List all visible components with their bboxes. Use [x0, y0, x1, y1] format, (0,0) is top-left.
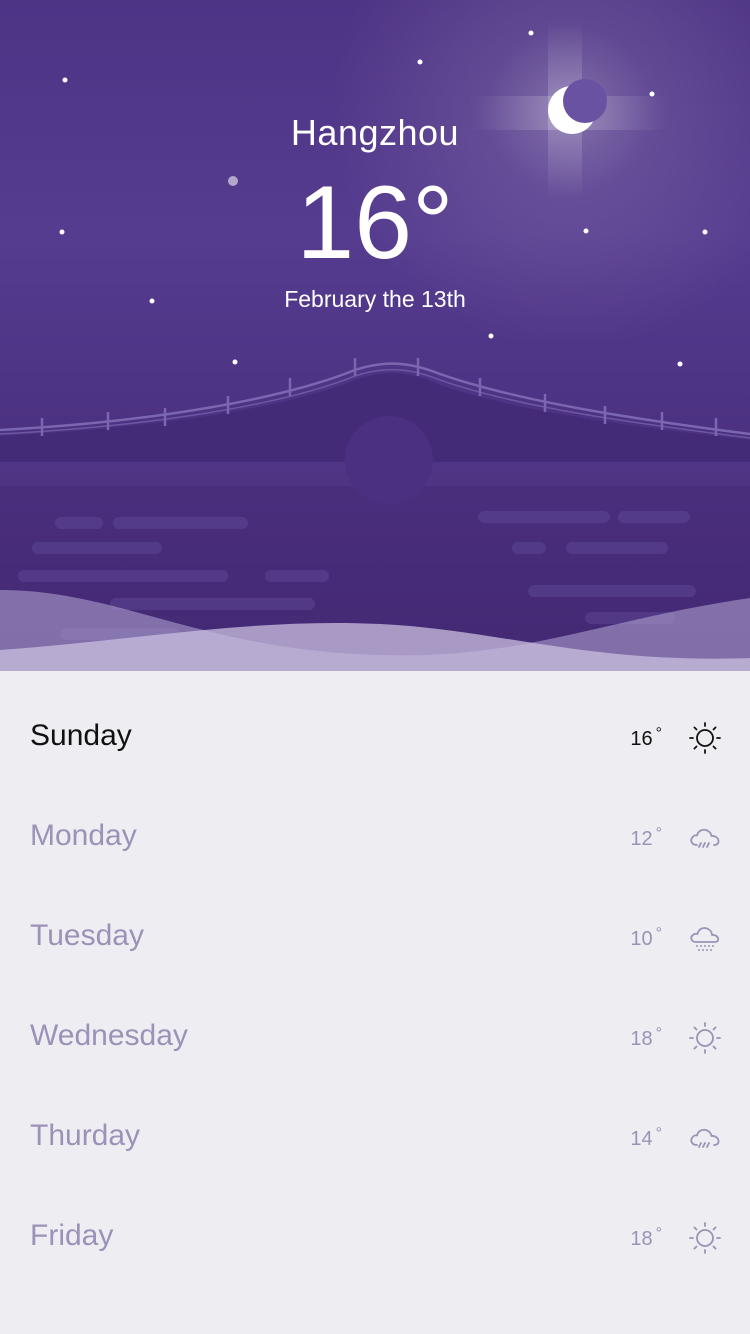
forecast-row-wednesday[interactable]: Wednesday 18 °: [0, 986, 750, 1086]
night-landscape-illustration: [0, 0, 750, 671]
snow-cloud-icon: [690, 927, 720, 951]
forecast-temperature: 18 °: [630, 1025, 662, 1050]
forecast-row-friday[interactable]: Friday 18 °: [0, 1186, 750, 1286]
city-name: Hangzhou: [290, 112, 460, 153]
forecast-row-sunday[interactable]: Sunday 16 °: [0, 686, 750, 786]
sun-icon: [689, 722, 721, 754]
forecast-temperature: 10 °: [630, 925, 662, 950]
current-date: February the 13th: [284, 286, 466, 312]
bridge-arch: [345, 416, 433, 504]
forecast-row-tuesday[interactable]: Tuesday 10 °: [0, 886, 750, 986]
rain-cloud-icon: [690, 828, 720, 848]
forecast-day: Sunday: [30, 719, 132, 752]
forecast-list: Sunday 16 ° Monday 12 ° Tuesday 10 ° Wed…: [0, 671, 750, 1334]
forecast-row-monday[interactable]: Monday 12 °: [0, 786, 750, 886]
current-temperature: 16°: [296, 165, 454, 281]
forecast-row-thursday[interactable]: Thurday 14 °: [0, 1086, 750, 1186]
sun-icon: [689, 1222, 721, 1254]
forecast-day: Tuesday: [30, 919, 144, 952]
rain-cloud-icon: [690, 1128, 720, 1148]
forecast-temperature: 16 °: [630, 725, 662, 750]
forecast-day: Monday: [30, 819, 137, 852]
forecast-day: Wednesday: [30, 1019, 188, 1052]
forecast-temperature: 18 °: [630, 1225, 662, 1250]
forecast-day: Thurday: [30, 1119, 141, 1152]
sun-icon: [689, 1022, 721, 1054]
forecast-temperature: 12 °: [630, 825, 662, 850]
weather-hero: Hangzhou 16° February the 13th: [0, 0, 750, 671]
forecast-day: Friday: [30, 1219, 114, 1252]
forecast-temperature: 14 °: [630, 1125, 662, 1150]
